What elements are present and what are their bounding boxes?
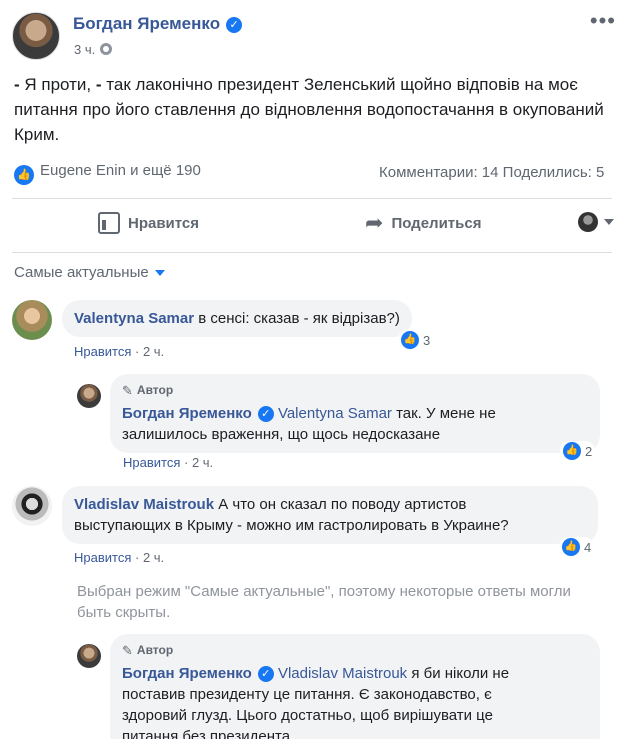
- comment-time[interactable]: 2 ч.: [143, 550, 164, 565]
- share-arrow-icon: ➦: [365, 210, 384, 235]
- reply-author-name[interactable]: Богдан Яременко: [122, 665, 252, 682]
- comment-bubble: Valentyna Samar в сенсі: сказав - як від…: [62, 300, 412, 337]
- post-text-line-1: - Я проти, - так лаконічно президент Зел…: [14, 75, 578, 94]
- reply-like-link[interactable]: Нравится: [123, 455, 180, 470]
- like-reaction-icon: 👍: [562, 538, 580, 556]
- author-tag: ✎ Автор: [122, 640, 588, 661]
- like-reaction-icon: 👍: [563, 442, 581, 460]
- verified-icon: ✓: [257, 406, 274, 422]
- more-options-icon[interactable]: •••: [590, 8, 616, 34]
- comment-reactions[interactable]: 👍 4: [559, 537, 595, 557]
- reply-bubble: ✎ Автор Богдан Яременко ✓ Vladislav Maistr…: [110, 634, 600, 739]
- share-button[interactable]: ➦ Поделиться: [365, 212, 481, 234]
- chevron-down-icon: [604, 219, 614, 225]
- globe-icon: [100, 43, 113, 55]
- hidden-replies-note: Выбран режим "Самые актуальные", поэтому…: [77, 583, 571, 621]
- author-avatar[interactable]: [12, 12, 60, 60]
- like-button[interactable]: Нравится: [98, 212, 199, 234]
- reply-time[interactable]: 2 ч.: [192, 455, 213, 470]
- comment-bubble: Vladislav Maistrouk А что он сказал по п…: [62, 486, 598, 544]
- comment-time[interactable]: 2 ч.: [143, 344, 164, 359]
- reply-reactions[interactable]: 👍 2: [560, 441, 596, 461]
- comment-text: выступающих в Крыму - можно им гастролир…: [74, 517, 509, 534]
- comment-meta: Нравится · 2 ч.: [74, 550, 165, 565]
- comment-reactions[interactable]: 👍 3: [398, 330, 434, 350]
- commenter-name[interactable]: Vladislav Maistrouk: [74, 496, 214, 513]
- reply-author-avatar[interactable]: [77, 644, 101, 668]
- divider: [12, 252, 612, 253]
- verified-icon: ✓: [257, 666, 274, 682]
- user-avatar: [578, 212, 598, 232]
- post-timestamp[interactable]: 3 ч.: [74, 42, 113, 57]
- post-author-name[interactable]: Богдан Яременко: [73, 14, 220, 33]
- mention-link[interactable]: Valentyna Samar: [278, 405, 392, 422]
- reply-author-name[interactable]: Богдан Яременко: [122, 405, 252, 422]
- pencil-icon: ✎: [122, 383, 133, 398]
- thumbs-up-icon: [98, 212, 120, 234]
- reply-text: поставив президенту це питання. Є законо…: [122, 686, 492, 703]
- reply-meta: Нравится · 2 ч.: [123, 455, 214, 470]
- comment-sort-dropdown[interactable]: Самые актуальные: [14, 264, 165, 281]
- post-body: - Я проти, - так лаконічно президент Зел…: [14, 72, 624, 147]
- reply-author-avatar[interactable]: [77, 384, 101, 408]
- post-stats[interactable]: Комментарии: 14 Поделились: 5: [379, 164, 604, 181]
- commenter-avatar[interactable]: [12, 300, 52, 340]
- post-text-line-2: питання про його ставлення до відновленн…: [14, 100, 604, 119]
- reply-bubble: ✎ Автор Богдан Яременко ✓ Valentyna Samar …: [110, 374, 600, 453]
- post-reactions[interactable]: 👍 Eugene Enin и ещё 190: [14, 162, 201, 185]
- mention-link[interactable]: Vladislav Maistrouk: [278, 665, 407, 682]
- verified-icon: ✓: [226, 17, 243, 33]
- comment-like-link[interactable]: Нравится: [74, 344, 131, 359]
- post-text-line-3: Крим.: [14, 125, 60, 144]
- commenter-avatar[interactable]: [12, 486, 52, 526]
- comment-meta: Нравится · 2 ч.: [74, 344, 165, 359]
- comment-like-link[interactable]: Нравится: [74, 550, 131, 565]
- like-reaction-icon: 👍: [14, 165, 34, 185]
- like-reaction-icon: 👍: [401, 331, 419, 349]
- reaction-identity-selector[interactable]: [578, 212, 614, 232]
- divider: [12, 198, 612, 199]
- author-tag: ✎ Автор: [122, 380, 588, 401]
- post-author[interactable]: Богдан Яременко ✓: [73, 14, 243, 34]
- comment-text: в сенсі: сказав - як відрізав?): [198, 310, 400, 327]
- chevron-down-icon: [154, 269, 165, 276]
- pencil-icon: ✎: [122, 643, 133, 658]
- reply-text: залишилось враження, що щось недосказане: [122, 426, 441, 443]
- commenter-name[interactable]: Valentyna Samar: [74, 310, 194, 327]
- post-time-text[interactable]: 3 ч.: [74, 42, 95, 57]
